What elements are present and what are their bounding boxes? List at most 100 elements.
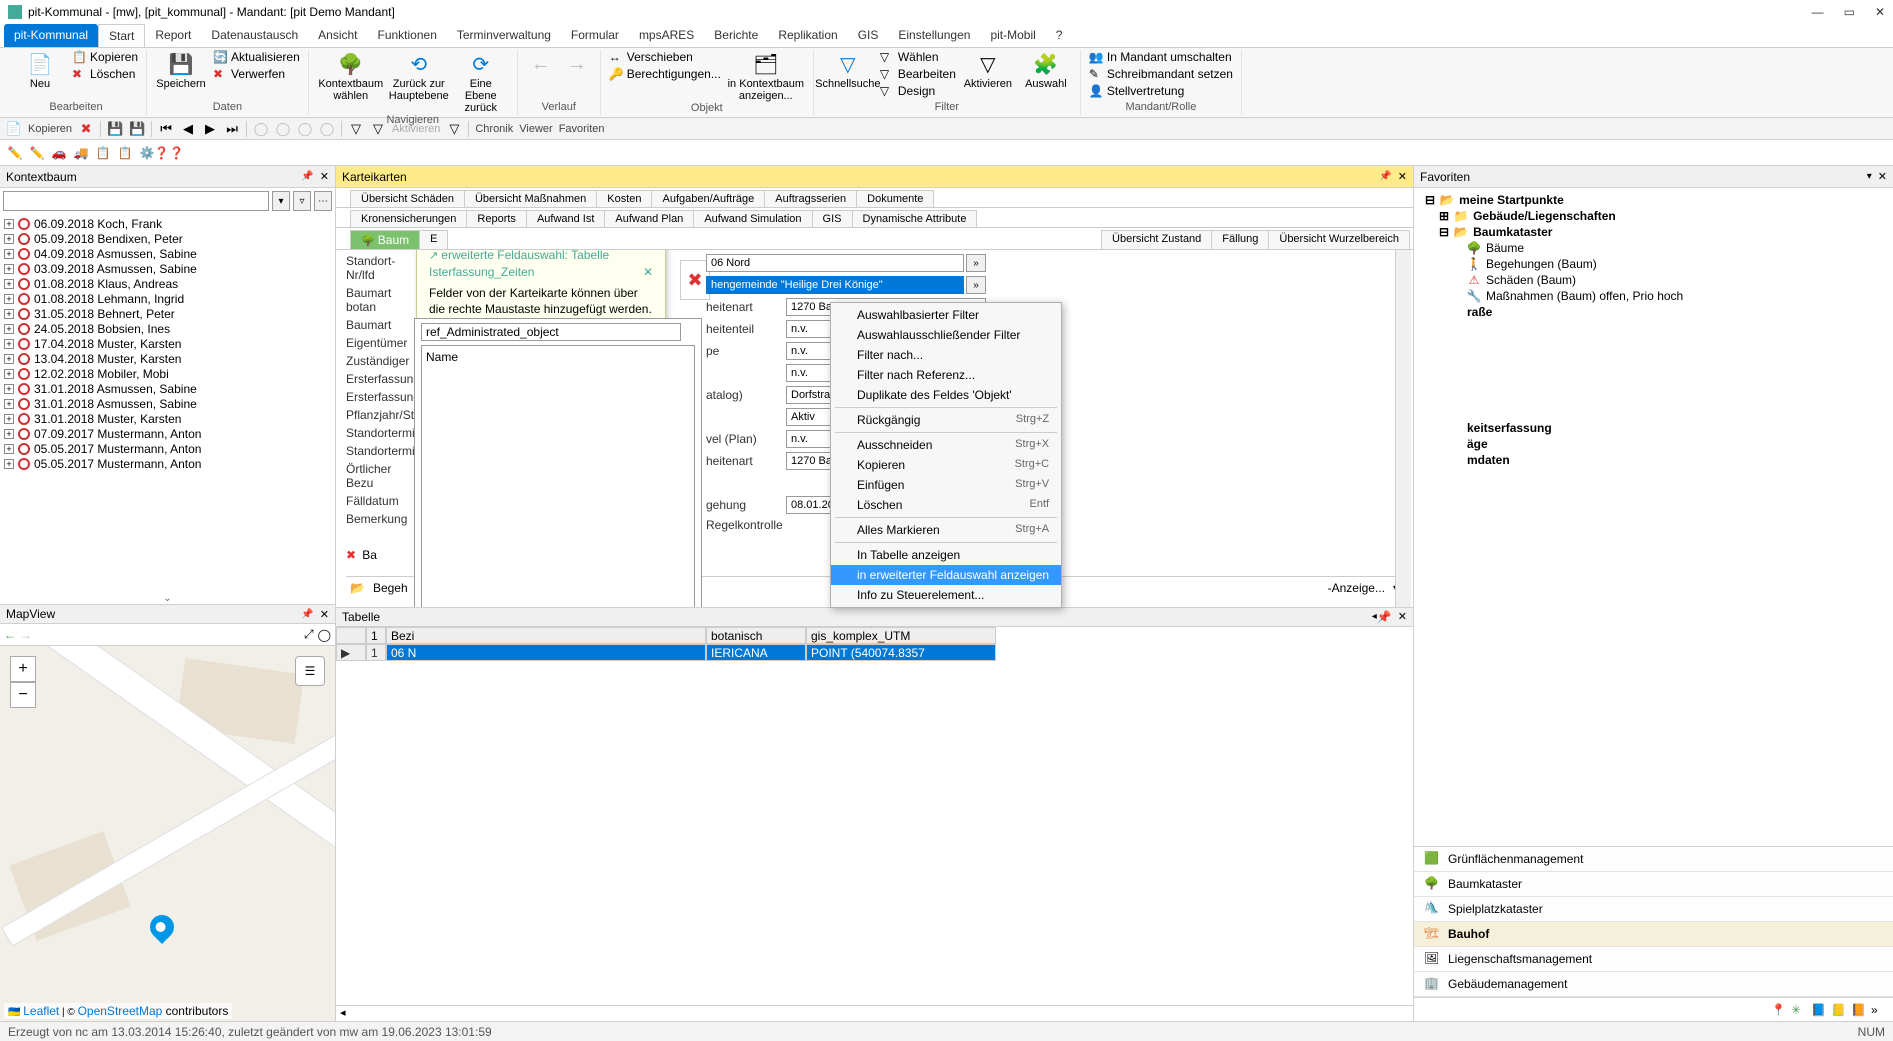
expand-icon[interactable]: +	[4, 369, 14, 379]
ktab-aufwsim[interactable]: Aufwand Simulation	[693, 210, 812, 227]
fav-close-icon[interactable]: ✕	[1878, 170, 1887, 183]
tb2-funnel3-icon[interactable]: ▽	[446, 121, 462, 137]
osm-link[interactable]: OpenStreetMap	[78, 1004, 163, 1018]
expand-icon[interactable]: +	[4, 294, 14, 304]
filter-aktivieren-button[interactable]: ▽Aktivieren	[962, 50, 1014, 90]
ktab-dokumente[interactable]: Dokumente	[856, 190, 934, 207]
ktab-e[interactable]: E	[419, 230, 448, 249]
cm-filternach[interactable]: Filter nach...	[831, 345, 1061, 365]
cm-filterref[interactable]: Filter nach Referenz...	[831, 365, 1061, 385]
expand-icon[interactable]: +	[4, 459, 14, 469]
ktab-faellung[interactable]: Fällung	[1211, 230, 1269, 249]
field-06nord-btn[interactable]: »	[966, 254, 986, 272]
expand-icon[interactable]: +	[4, 309, 14, 319]
expand-icon[interactable]: +	[4, 399, 14, 409]
ref-input[interactable]	[421, 323, 681, 341]
ktab-schaeden[interactable]: Übersicht Schäden	[350, 190, 465, 207]
map-zoom-in[interactable]: +	[10, 656, 36, 682]
tab-replikation[interactable]: Replikation	[768, 24, 847, 47]
expand-icon[interactable]: +	[4, 219, 14, 229]
tab-formular[interactable]: Formular	[561, 24, 629, 47]
expand-icon[interactable]: +	[4, 414, 14, 424]
cm-duplikate[interactable]: Duplikate des Feldes 'Objekt'	[831, 385, 1061, 405]
ktab-auftragsserien[interactable]: Auftragsserien	[764, 190, 857, 207]
tb2-new-icon[interactable]: 📄	[6, 121, 22, 137]
ctx-search-filter[interactable]: ▿	[293, 191, 311, 211]
map-extent-icon[interactable]: ⤢	[304, 627, 314, 642]
speichern-button[interactable]: 💾Speichern	[155, 50, 207, 90]
expand-icon[interactable]: +	[4, 444, 14, 454]
bi-3[interactable]: 📘	[1811, 1003, 1825, 1017]
stellvertretung-button[interactable]: 👤Stellvertretung	[1089, 84, 1233, 98]
filter-design-button[interactable]: ▽Design	[880, 84, 956, 98]
tab-berichte[interactable]: Berichte	[704, 24, 768, 47]
tb2-aktivieren[interactable]: Aktivieren	[392, 123, 440, 135]
tb2-delete-icon[interactable]: ✖	[78, 121, 94, 137]
filter-auswahl-button[interactable]: 🧩Auswahl	[1020, 50, 1072, 90]
maximize-button[interactable]: ▭	[1844, 5, 1855, 19]
nav-liegen[interactable]: 🖼Liegenschaftsmanagement	[1414, 947, 1893, 972]
tree-item[interactable]: +13.04.2018 Muster, Karsten	[4, 351, 331, 366]
nav-gebae[interactable]: 🏢Gebäudemanagement	[1414, 972, 1893, 997]
tab-terminverwaltung[interactable]: Terminverwaltung	[447, 24, 561, 47]
fav-massnahmen[interactable]: 🔧Maßnahmen (Baum) offen, Prio hoch	[1420, 288, 1887, 304]
tree-item[interactable]: +07.09.2017 Mustermann, Anton	[4, 426, 331, 441]
tb2-circ2-icon[interactable]: ◯	[275, 121, 291, 137]
fav-startpunkte[interactable]: ⊟ 📂meine Startpunkte	[1420, 192, 1887, 208]
close-button[interactable]: ✕	[1875, 5, 1885, 19]
ktab-massnahmen[interactable]: Übersicht Maßnahmen	[464, 190, 597, 207]
map-fwd-icon[interactable]: →	[20, 628, 32, 642]
tree-item[interactable]: +05.09.2018 Bendixen, Peter	[4, 231, 331, 246]
nav-spiel[interactable]: 🛝Spielplatzkataster	[1414, 897, 1893, 922]
ktab-kosten[interactable]: Kosten	[596, 190, 652, 207]
tree-item[interactable]: +31.01.2018 Asmussen, Sabine	[4, 381, 331, 396]
fav-schaeden[interactable]: ⚠Schäden (Baum)	[1420, 272, 1887, 288]
schnellsuche-button[interactable]: ▽Schnellsuche	[822, 50, 874, 90]
tab-ansicht[interactable]: Ansicht	[308, 24, 367, 47]
tb2-prev-icon[interactable]: ◀	[180, 121, 196, 137]
tab-start[interactable]: Start	[98, 24, 145, 47]
verwerfen-button[interactable]: ✖Verwerfen	[213, 67, 300, 81]
expand-icon[interactable]: +	[4, 264, 14, 274]
fav-keitserfassung[interactable]: keitserfassung	[1420, 420, 1887, 436]
tree-item[interactable]: +31.05.2018 Behnert, Peter	[4, 306, 331, 321]
tab-gis[interactable]: GIS	[848, 24, 889, 47]
eine-ebene-button[interactable]: ⟳Eine Ebene zurück	[453, 50, 509, 114]
kk-pin-icon[interactable]: 📌	[1379, 171, 1391, 182]
tab-close-icon[interactable]: ✕	[1398, 610, 1407, 623]
cm-allesmarkieren[interactable]: Alles MarkierenStrg+A	[831, 520, 1061, 540]
tab-report[interactable]: Report	[145, 24, 201, 47]
tree-item[interactable]: +17.04.2018 Muster, Karsten	[4, 336, 331, 351]
cm-kopieren[interactable]: KopierenStrg+C	[831, 455, 1061, 475]
map-marker[interactable]	[150, 915, 174, 951]
kopieren-button[interactable]: 📋Kopieren	[72, 50, 138, 64]
fav-dropdown-icon[interactable]: ▾	[1867, 171, 1872, 182]
bi-2[interactable]: ✳	[1791, 1003, 1805, 1017]
tb3-car1-icon[interactable]: 🚗	[50, 144, 68, 162]
tb2-last-icon[interactable]: ⏭	[224, 121, 240, 137]
fav-baumkataster[interactable]: ⊟ 📂Baumkataster	[1420, 224, 1887, 240]
tb2-funnel2-icon[interactable]: ▽	[370, 121, 386, 137]
zurueck-haupt-button[interactable]: ⟲Zurück zur Hauptebene	[391, 50, 447, 102]
tree-item[interactable]: +24.05.2018 Bobsien, Ines	[4, 321, 331, 336]
ktab-kronen[interactable]: Kronensicherungen	[350, 210, 467, 227]
tab-mpsares[interactable]: mpsARES	[629, 24, 704, 47]
ktab-reports[interactable]: Reports	[466, 210, 527, 227]
tab-pitmobil[interactable]: pit-Mobil	[980, 24, 1045, 47]
fav-mdaten[interactable]: mdaten	[1420, 452, 1887, 468]
cm-inerweitert[interactable]: in erweiterter Feldauswahl anzeigen	[831, 565, 1061, 585]
tree-item[interactable]: +03.09.2018 Asmussen, Sabine	[4, 261, 331, 276]
expand-icon[interactable]: +	[4, 324, 14, 334]
tb2-first-icon[interactable]: ⏮	[158, 121, 174, 137]
grid-row[interactable]: ▶ 1 06 N IERICANA 'NOVA' POINT (540074.8…	[336, 644, 1413, 661]
tree-item[interactable]: +05.05.2017 Mustermann, Anton	[4, 441, 331, 456]
cm-ausschliessend[interactable]: Auswahlausschließender Filter	[831, 325, 1061, 345]
cm-intabelle[interactable]: In Tabelle anzeigen	[831, 545, 1061, 565]
tb2-viewer[interactable]: Viewer	[519, 123, 552, 135]
tb2-kopieren[interactable]: Kopieren	[28, 123, 72, 135]
nav-bauhof[interactable]: 🏗Bauhof	[1414, 922, 1893, 947]
tb2-favoriten[interactable]: Favoriten	[559, 123, 605, 135]
fav-strasse[interactable]: raße	[1420, 304, 1887, 320]
kk-close-icon[interactable]: ✕	[1398, 170, 1407, 183]
expand-icon[interactable]: +	[4, 339, 14, 349]
